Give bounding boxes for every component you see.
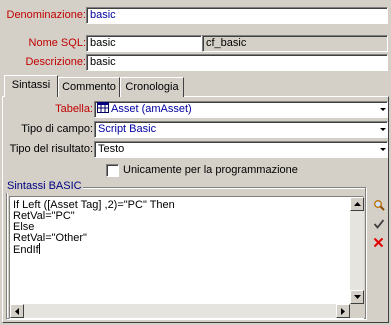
denominazione-field[interactable]: basic — [86, 7, 388, 24]
scroll-down-button[interactable] — [350, 290, 364, 304]
scrollbar-corner — [350, 304, 364, 318]
tabella-label: Tabella: — [55, 103, 93, 115]
tabella-value: Asset (amAsset) — [111, 103, 192, 115]
scroll-right-button[interactable] — [336, 304, 350, 318]
clear-button[interactable] — [370, 234, 387, 251]
tipo-campo-value: Script Basic — [98, 123, 157, 135]
code-line: EndIf — [13, 243, 40, 256]
tipo-campo-label: Tipo di campo: — [21, 123, 93, 135]
tabella-select[interactable]: Asset (amAsset) — [94, 101, 388, 118]
table-icon — [97, 102, 109, 113]
validate-button[interactable] — [370, 215, 387, 232]
triangle-down-icon — [353, 295, 361, 299]
nome-sql-label: Nome SQL: — [28, 37, 86, 49]
triangle-left-icon — [15, 307, 19, 315]
triangle-right-icon — [341, 307, 345, 315]
nome-sql-field[interactable]: basic — [86, 35, 202, 52]
tipo-risultato-select[interactable]: Testo — [94, 141, 388, 158]
vertical-scrollbar[interactable] — [350, 197, 364, 304]
magnifier-icon — [373, 199, 385, 211]
red-x-icon — [373, 237, 384, 248]
nome-sql-internal-field: cf_basic — [202, 35, 388, 52]
script-editor[interactable]: If Left ([Asset Tag] ,2)="PC" Then RetVa… — [9, 196, 364, 319]
triangle-up-icon — [353, 202, 361, 206]
descrizione-label: Descrizione: — [25, 56, 86, 68]
programmazione-checkbox[interactable] — [106, 164, 119, 177]
tipo-risultato-label: Tipo del risultato: — [9, 143, 93, 155]
script-group-title: Sintassi BASIC — [6, 180, 83, 193]
text-caret — [38, 243, 40, 254]
scroll-up-button[interactable] — [350, 197, 364, 211]
checkmark-icon — [373, 218, 384, 229]
chevron-down-icon[interactable] — [379, 143, 386, 156]
descrizione-field[interactable]: basic — [86, 54, 388, 71]
scroll-left-button[interactable] — [10, 304, 24, 318]
horizontal-scrollbar[interactable] — [10, 304, 350, 318]
denominazione-label: Denominazione: — [6, 9, 87, 21]
tab-cronologia[interactable]: Cronologia — [120, 77, 184, 97]
chevron-down-icon[interactable] — [379, 103, 386, 116]
tipo-risultato-value: Testo — [98, 143, 125, 155]
chevron-down-icon[interactable] — [379, 123, 386, 136]
search-button[interactable] — [370, 196, 387, 213]
programmazione-label[interactable]: Unicamente per la programmazione — [123, 164, 298, 177]
tipo-campo-select[interactable]: Script Basic — [94, 121, 388, 138]
code-text: EndIf — [13, 244, 39, 256]
tab-commento[interactable]: Commento — [58, 77, 120, 97]
tab-sintassi[interactable]: Sintassi — [4, 75, 58, 97]
